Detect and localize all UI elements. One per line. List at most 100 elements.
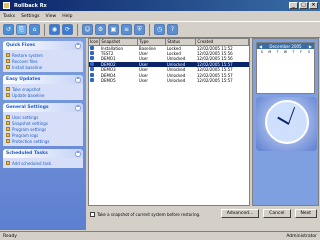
cell-status: Unlocked [166,78,186,84]
snapshot-table[interactable]: Icon Snapshot Type Status Created Instal… [88,38,250,206]
snapshot-before-restore-label: Take a snapshot of current system before… [97,211,201,217]
calendar-grid[interactable]: SMTWTFS [257,49,314,55]
panel-scheduled-tasks: Scheduled Tasks ^ Add scheduled task [3,149,83,168]
restore-icon [6,53,10,57]
settings-icon [6,127,10,131]
clock-widget [256,97,317,151]
info-panel: ◀ December 2005 ▶ SMTWTFS [252,38,319,206]
calendar-month: December 2005 [269,43,302,49]
table-row[interactable]: Installation Baseline Locked 12/02/2005 11:… [89,45,249,51]
chevron-up-icon[interactable]: ^ [75,150,81,157]
app-icon [3,2,10,9]
title-bar: Rollback Rx _ □ × [0,0,320,11]
shield-icon [6,139,10,143]
update-icon[interactable]: ⟳ [62,24,73,35]
chevron-up-icon[interactable]: ^ [75,42,81,49]
toolbar-separator [77,23,78,36]
clock-face [265,100,309,144]
close-button[interactable]: × [309,2,318,9]
advanced-button[interactable]: Advanced... [220,209,260,218]
calendar-day-header: W [283,50,288,54]
snapshot-icon [90,67,94,72]
panel-quick-fixes: Quick Fixes ^ Restore system Recover file… [3,41,83,72]
option-bar: Take a snapshot of current system before… [88,207,319,221]
cell-type: User [138,78,148,84]
task-add-scheduled[interactable]: Add scheduled task [6,160,80,166]
snapshot-icon [90,61,94,66]
next-month-icon[interactable]: ▶ [309,44,312,49]
panel-header[interactable]: Scheduled Tasks ^ [3,149,83,158]
toolbar-separator [44,23,45,36]
snapshot-icon [6,121,10,125]
window-title: Rollback Rx [14,2,47,9]
panel-general-settings: General Settings ^ User settings Snapshot… [3,103,83,146]
minute-hand [288,106,296,125]
task-sidebar: Quick Fixes ^ Restore system Recover file… [0,38,86,230]
panel-header[interactable]: Quick Fixes ^ [3,41,83,50]
snapshot-icon [90,50,94,55]
baseline-icon [6,65,10,69]
cell-name: DEMO5 [100,78,116,84]
panel-header[interactable]: Easy Updates ^ [3,75,83,84]
panel-header[interactable]: General Settings ^ [3,103,83,112]
recover-icon[interactable]: ⎘ [16,24,27,35]
status-text: Ready [3,233,17,239]
user-icon[interactable]: ☺ [82,24,93,35]
menu-help[interactable]: Help [62,14,72,19]
menu-view[interactable]: View [46,14,57,19]
program-icon[interactable]: ▣ [108,24,119,35]
calendar-day-header: M [268,50,272,54]
snapshot-icon [90,78,94,83]
toolbar-separator [149,23,150,36]
cancel-button[interactable]: Cancel [263,209,291,218]
status-user: Administrator [286,233,317,239]
table-row[interactable]: DEMO3 User Unlocked 12/02/2005 15:57 [89,67,249,73]
status-bar: Ready Administrator [0,231,320,240]
help-icon[interactable]: ? [167,24,178,35]
log-icon [6,133,10,137]
table-row[interactable]: DEMO2 User Unlocked 12/02/2005 15:57 [89,61,249,67]
prev-month-icon[interactable]: ◀ [259,44,262,49]
calendar-day-header: S [260,50,263,54]
menu-tasks[interactable]: Tasks [3,14,15,19]
baseline-icon[interactable]: ⌂ [29,24,40,35]
schedule-icon[interactable]: ◷ [154,24,165,35]
column-header[interactable]: Icon [89,39,101,46]
snapshot-icon [90,56,94,61]
next-button[interactable]: Next [294,209,317,218]
schedule-icon [6,161,10,165]
menu-settings[interactable]: Settings [21,14,39,19]
panel-easy-updates: Easy Updates ^ Take snapshot Update basel… [3,75,83,100]
calendar-day-header: F [300,50,303,54]
snapshot-icon [90,45,94,50]
toolbar: ↺ ⎘ ⌂ ◉ ⟳ ☺ ⚙ ▣ ≡ ⛨ ◷ ? [0,21,320,38]
chevron-up-icon[interactable]: ^ [75,104,81,111]
table-row[interactable]: DEMO5 User Unlocked 12/02/2005 15:57 [89,78,249,84]
task-install-baseline[interactable]: Install baseline [6,64,80,70]
snapshot-icon [6,87,10,91]
maximize-button[interactable]: □ [299,2,308,9]
files-icon [6,59,10,63]
calendar-day-header: S [308,50,311,54]
task-update-baseline[interactable]: Update baseline [6,92,80,98]
user-icon [6,115,10,119]
update-icon [6,93,10,97]
chevron-up-icon[interactable]: ^ [75,76,81,83]
minimize-button[interactable]: _ [289,2,298,9]
calendar-day-header: T [292,50,295,54]
calendar[interactable]: ◀ December 2005 ▶ SMTWTFS [256,42,315,94]
table-row[interactable]: DEMO1 User Unlocked 12/02/2005 15:56 [89,56,249,62]
snapshot-icon [90,72,94,77]
task-protection-settings[interactable]: Protection settings [6,138,80,144]
snapshot-icon[interactable]: ◉ [49,24,60,35]
snapshot-before-restore-checkbox[interactable] [90,211,95,217]
calendar-day-header: T [276,50,279,54]
cell-created: 12/02/2005 15:57 [196,78,233,84]
protection-icon[interactable]: ⛨ [134,24,145,35]
menu-bar: Tasks Settings View Help [0,12,320,20]
settings-icon[interactable]: ⚙ [95,24,106,35]
log-icon[interactable]: ≡ [121,24,132,35]
table-row[interactable]: DEMO4 User Unlocked 12/02/2005 15:57 [89,72,249,79]
table-row[interactable]: TEST2 User Locked 12/02/2005 15:56 [89,50,249,57]
restore-icon[interactable]: ↺ [3,24,14,35]
